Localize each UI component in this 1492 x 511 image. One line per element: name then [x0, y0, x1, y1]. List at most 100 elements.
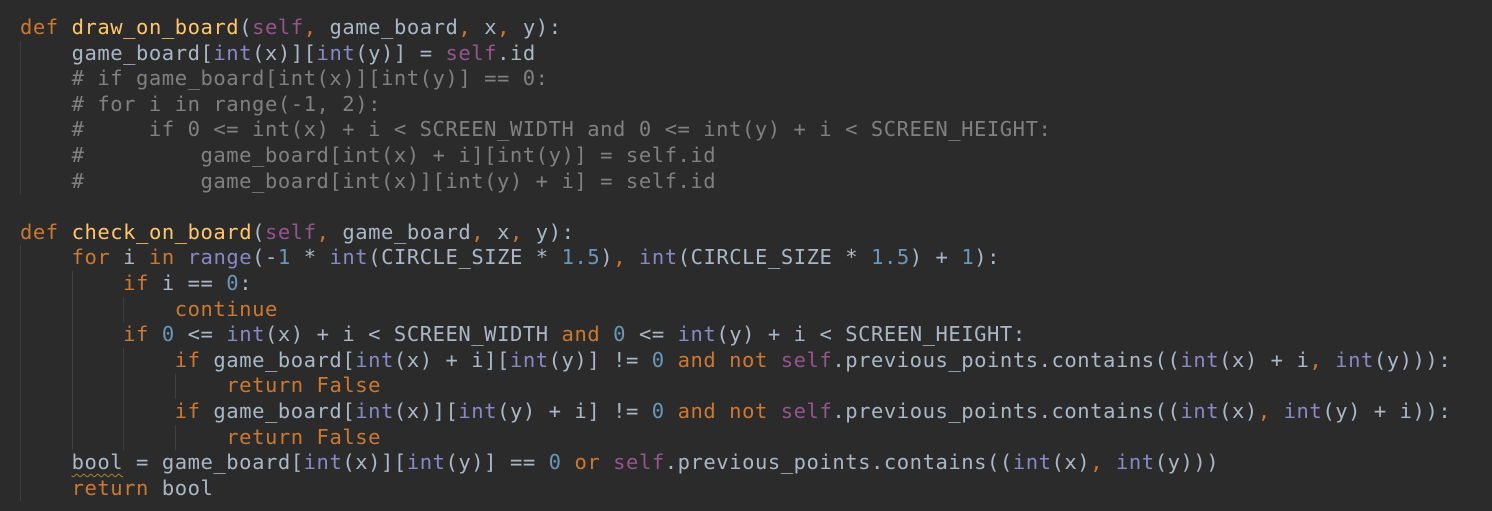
code-token-kw: def — [20, 15, 59, 39]
code-token-plain: (y)] == — [445, 450, 549, 475]
code-token-kw: , — [458, 15, 472, 39]
code-token-plain: (y) + i < SCREEN_HEIGHT: — [716, 322, 1026, 347]
code-token-plain: x — [484, 219, 510, 244]
code-line[interactable]: return bool — [20, 476, 1451, 502]
code-line[interactable]: # for i in range(-1, 2): — [20, 92, 1451, 118]
code-token-plain: (x)][ — [393, 398, 459, 423]
code-editor[interactable]: def draw_on_board(self, game_board, x, y… — [0, 0, 1492, 511]
code-token-kw: continue — [174, 296, 278, 321]
code-area[interactable]: def draw_on_board(self, game_board, x, y… — [20, 15, 1451, 501]
code-token-builtin: int — [1116, 450, 1155, 475]
code-token-plain: .previous_points.contains(( — [832, 398, 1181, 423]
code-token-warn: bool — [71, 450, 124, 475]
code-token-plain: .previous_points.contains(( — [664, 450, 1013, 475]
code-token-plain: i — [110, 245, 149, 270]
code-token-plain: (y) + i] != — [497, 398, 652, 423]
code-token-comment: # game_board[int(x) + i][int(y)] = self.… — [20, 142, 717, 167]
code-line[interactable]: continue — [20, 297, 1451, 323]
code-token-kw: False — [316, 424, 382, 449]
code-token-comment: # if 0 <= int(x) + i < SCREEN_WIDTH and … — [20, 117, 1052, 142]
code-token-kw: , — [497, 15, 511, 39]
code-line[interactable]: if game_board[int(x) + i][int(y)] != 0 a… — [20, 348, 1451, 374]
code-token-kw: if — [123, 270, 149, 295]
code-token-plain: (x) — [1219, 398, 1258, 423]
code-token-plain: ): — [974, 245, 1001, 270]
code-line[interactable]: if 0 <= int(x) + i < SCREEN_WIDTH and 0 … — [20, 322, 1451, 348]
code-token-self: self — [252, 15, 304, 39]
code-token-plain: (- — [252, 245, 278, 270]
code-line[interactable]: return False — [20, 425, 1451, 451]
code-line[interactable]: for i in range(-1 * int(CIRCLE_SIZE * 1.… — [20, 245, 1451, 271]
code-line[interactable]: # if game_board[int(x)][int(y)] == 0: — [20, 66, 1451, 92]
code-line[interactable]: def check_on_board(self, game_board, x, … — [20, 220, 1451, 246]
code-line[interactable] — [20, 194, 1451, 220]
code-token-kw: False — [316, 373, 382, 398]
code-token-self: self — [780, 398, 833, 423]
code-token-plain: (y)] = — [355, 40, 446, 65]
code-token-plain: game_board — [329, 219, 472, 244]
code-line[interactable]: bool = game_board[int(x)][int(y)] == 0 o… — [20, 450, 1451, 476]
code-token-num: 0 — [161, 322, 175, 347]
code-token-comment: # game_board[int(x)][int(y) + i] = self.… — [20, 168, 717, 193]
code-token-kw: and not — [677, 398, 768, 423]
code-line[interactable]: def draw_on_board(self, game_board, x, y… — [20, 15, 1451, 41]
code-token-kw: and — [561, 322, 601, 347]
code-token-builtin: range — [187, 245, 253, 270]
code-token-kw: if — [174, 398, 201, 423]
code-token-comment: # for i in range(-1, 2): — [20, 91, 381, 116]
code-token-kw: return — [226, 373, 304, 398]
code-token-plain: (x) + i][ — [393, 347, 510, 372]
code-token-plain: y): — [522, 219, 575, 244]
code-token-plain: .id — [497, 40, 536, 65]
code-token-num: 1.5 — [871, 245, 910, 270]
code-token-builtin: int — [639, 245, 678, 270]
code-token-builtin: int — [226, 322, 266, 347]
code-token-builtin: int — [509, 347, 549, 372]
code-token-self: self — [445, 40, 498, 65]
code-token-num: 0 — [548, 450, 562, 475]
code-token-kw: for — [71, 245, 111, 270]
code-line[interactable]: game_board[int(x)][int(y)] = self.id — [20, 41, 1451, 67]
code-line[interactable]: # game_board[int(x)][int(y) + i] = self.… — [20, 169, 1451, 195]
code-token-fn: check_on_board — [71, 219, 253, 244]
code-line[interactable]: # if 0 <= int(x) + i < SCREEN_WIDTH and … — [20, 117, 1451, 143]
code-token-kw: , — [471, 219, 485, 244]
code-token-plain: (y) + i)): — [1322, 398, 1452, 423]
code-token-plain: bool — [148, 475, 214, 500]
code-line[interactable]: # game_board[int(x) + i][int(y)] = self.… — [20, 143, 1451, 169]
code-token-kw: if — [123, 322, 149, 347]
code-token-plain: game_board[ — [200, 347, 356, 372]
code-line[interactable]: if game_board[int(x)][int(y) + i] != 0 a… — [20, 399, 1451, 425]
code-token-plain: game_board[ — [200, 398, 356, 423]
code-token-fn: draw_on_board — [71, 15, 240, 39]
code-token-plain: (y))): — [1373, 347, 1452, 372]
code-token-builtin: int — [355, 398, 394, 423]
code-token-kw: , — [613, 245, 627, 270]
code-token-kw: or — [574, 450, 601, 475]
code-token-plain: ( — [252, 219, 265, 244]
code-token-builtin: int — [1180, 347, 1220, 372]
code-token-kw: if — [174, 347, 201, 372]
code-token-plain: (y))) — [1154, 450, 1220, 475]
code-line[interactable]: return False — [20, 373, 1451, 399]
code-token-kw: , — [1090, 450, 1104, 475]
code-token-plain: ( — [239, 15, 253, 39]
code-line[interactable]: if i == 0: — [20, 271, 1451, 297]
code-token-kw: and not — [677, 347, 768, 372]
code-token-plain: (x) — [1051, 450, 1091, 475]
code-token-builtin: int — [213, 40, 253, 65]
